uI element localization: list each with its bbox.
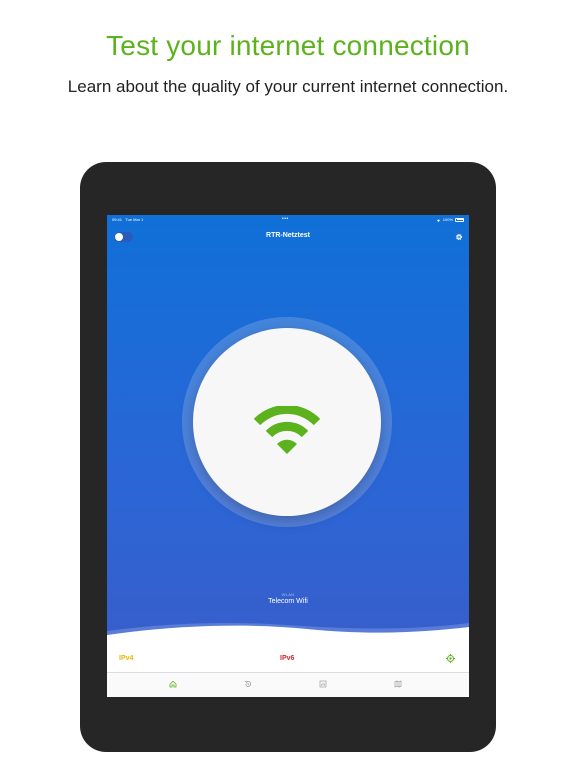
status-date: Tue Mar 1 <box>125 217 144 222</box>
ipv4-status[interactable]: IPv4 <box>119 655 133 662</box>
status-right: 100% <box>436 217 464 222</box>
page-headline: Test your internet connection <box>106 30 470 61</box>
start-test-button[interactable] <box>193 328 381 516</box>
home-icon[interactable] <box>169 680 177 688</box>
wifi-icon <box>253 406 321 454</box>
info-panel: IPv4 IPv6 <box>107 635 469 697</box>
status-time: 09:41 <box>112 217 123 222</box>
network-name: Telecom Wifi <box>268 598 308 605</box>
status-time-date: 09:41 Tue Mar 1 <box>112 217 143 222</box>
ipv6-status[interactable]: IPv6 <box>280 655 294 662</box>
app-title: RTR-Netztest <box>266 232 310 239</box>
history-icon[interactable] <box>244 680 252 688</box>
map-icon[interactable] <box>394 680 402 688</box>
battery-percent: 100% <box>442 217 453 222</box>
status-bar: 09:41 Tue Mar 1 ••• 100% <box>107 215 469 224</box>
nav-bar: RTR-Netztest <box>107 229 469 245</box>
tab-bar <box>107 672 469 697</box>
network-type: WLAN <box>281 592 295 597</box>
statistics-icon[interactable] <box>319 680 327 688</box>
app-screen: 09:41 Tue Mar 1 ••• 100% RTR-Netztest WL… <box>107 215 469 697</box>
battery-icon <box>455 217 464 222</box>
status-wifi-icon <box>436 219 440 222</box>
gear-icon[interactable] <box>455 233 463 241</box>
location-icon[interactable] <box>446 654 455 663</box>
multitask-dots: ••• <box>282 216 289 222</box>
start-test-ring <box>182 317 392 527</box>
page-subline: Learn about the quality of your current … <box>67 77 509 96</box>
